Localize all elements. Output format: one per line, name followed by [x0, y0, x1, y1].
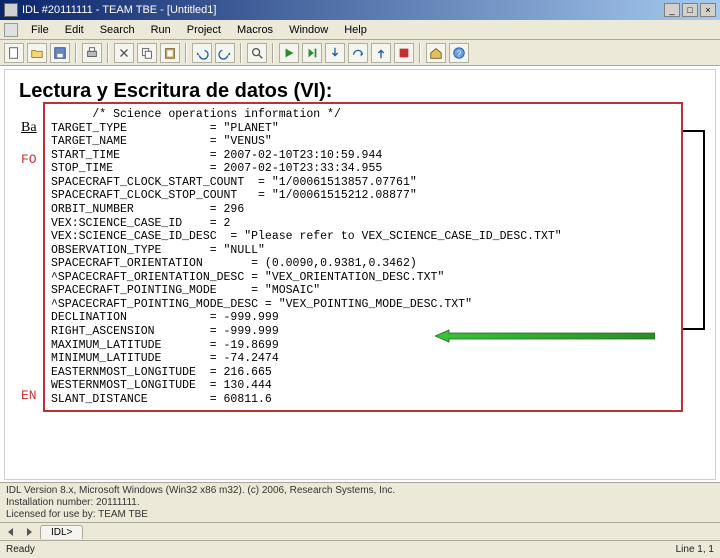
app-icon	[4, 3, 18, 17]
open-button[interactable]	[27, 43, 47, 63]
save-button[interactable]	[50, 43, 70, 63]
status-left: Ready	[6, 544, 35, 555]
new-file-button[interactable]	[4, 43, 24, 63]
step-over-button[interactable]	[348, 43, 368, 63]
menu-macros[interactable]: Macros	[230, 22, 280, 38]
prompt-tab[interactable]: IDL>	[40, 525, 83, 539]
paste-button[interactable]	[160, 43, 180, 63]
paste-icon	[163, 46, 177, 60]
open-folder-icon	[30, 46, 44, 60]
find-button[interactable]	[247, 43, 267, 63]
svg-text:?: ?	[457, 49, 462, 58]
info-line-1: IDL Version 8.x, Microsoft Windows (Win3…	[6, 485, 714, 497]
info-line-2: Installation number: 20111111.	[6, 497, 714, 509]
step-into-button[interactable]	[325, 43, 345, 63]
slide-title: Lectura y Escritura de datos (VI):	[19, 80, 701, 103]
cut-button[interactable]	[114, 43, 134, 63]
menu-help[interactable]: Help	[337, 22, 374, 38]
undo-button[interactable]	[192, 43, 212, 63]
help-button[interactable]: ?	[449, 43, 469, 63]
help-icon: ?	[452, 46, 466, 60]
print-icon	[85, 46, 99, 60]
window-title: IDL #20111111 - TEAM TBE - [Untitled1]	[22, 4, 216, 16]
home-button[interactable]	[426, 43, 446, 63]
prompt-tab-bar: IDL>	[0, 522, 720, 540]
editor-area: Lectura y Escritura de datos (VI): Ba FO…	[0, 66, 720, 482]
step-out-icon	[374, 46, 388, 60]
close-button[interactable]: ×	[700, 3, 716, 17]
print-button[interactable]	[82, 43, 102, 63]
run-button[interactable]	[279, 43, 299, 63]
menu-file[interactable]: File	[24, 22, 56, 38]
copy-icon	[140, 46, 154, 60]
toolbar: ?	[0, 40, 720, 66]
prompt-prev-icon[interactable]	[4, 526, 18, 538]
stop-icon	[397, 46, 411, 60]
code-box: /* Science operations information */ TAR…	[43, 102, 683, 412]
document-icon	[4, 23, 18, 37]
step-button[interactable]	[302, 43, 322, 63]
title-bar: IDL #20111111 - TEAM TBE - [Untitled1] _…	[0, 0, 720, 20]
label-en: EN	[21, 388, 37, 403]
info-line-3: Licensed for use by: TEAM TBE	[6, 509, 714, 521]
stop-button[interactable]	[394, 43, 414, 63]
redo-icon	[218, 46, 232, 60]
step-over-icon	[351, 46, 365, 60]
label-ba: Ba	[21, 120, 37, 136]
new-file-icon	[7, 46, 21, 60]
menu-project[interactable]: Project	[180, 22, 228, 38]
run-icon	[282, 46, 296, 60]
console-info: IDL Version 8.x, Microsoft Windows (Win3…	[0, 482, 720, 522]
step-out-button[interactable]	[371, 43, 391, 63]
find-icon	[250, 46, 264, 60]
minimize-button[interactable]: _	[664, 3, 680, 17]
window-controls: _ □ ×	[664, 3, 716, 17]
prompt-next-icon[interactable]	[22, 526, 36, 538]
menu-bar: File Edit Search Run Project Macros Wind…	[0, 20, 720, 40]
menu-edit[interactable]: Edit	[58, 22, 91, 38]
redo-button[interactable]	[215, 43, 235, 63]
home-icon	[429, 46, 443, 60]
undo-icon	[195, 46, 209, 60]
cut-icon	[117, 46, 131, 60]
menu-search[interactable]: Search	[93, 22, 142, 38]
menu-window[interactable]: Window	[282, 22, 335, 38]
menu-run[interactable]: Run	[144, 22, 178, 38]
status-right: Line 1, 1	[676, 544, 714, 555]
label-fo: FO	[21, 152, 37, 167]
save-icon	[53, 46, 67, 60]
step-icon	[305, 46, 319, 60]
step-into-icon	[328, 46, 342, 60]
maximize-button[interactable]: □	[682, 3, 698, 17]
slide-panel: Lectura y Escritura de datos (VI): Ba FO…	[4, 69, 716, 480]
copy-button[interactable]	[137, 43, 157, 63]
status-bar: Ready Line 1, 1	[0, 540, 720, 558]
